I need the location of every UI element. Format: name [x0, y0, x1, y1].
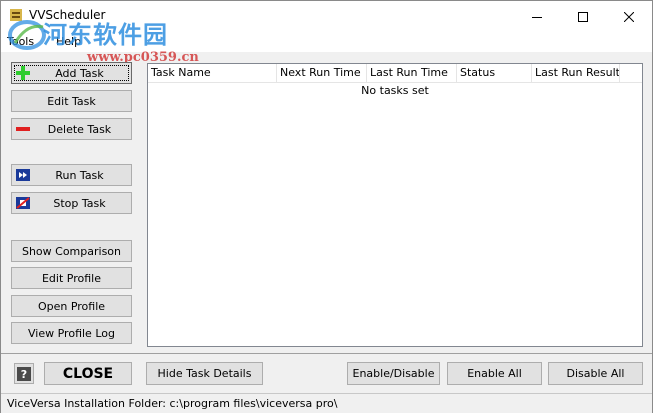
status-bar: ViceVersa Installation Folder: c:\progra…	[1, 393, 652, 413]
add-task-button[interactable]: Add Task	[11, 62, 132, 84]
close-window-button[interactable]	[606, 1, 652, 32]
view-profile-log-button[interactable]: View Profile Log	[11, 322, 132, 344]
enable-disable-button[interactable]: Enable/Disable	[347, 362, 440, 385]
close-icon	[624, 11, 634, 22]
open-profile-button[interactable]: Open Profile	[11, 295, 132, 317]
minus-icon	[16, 122, 30, 136]
show-comparison-label: Show Comparison	[21, 244, 122, 258]
stop-icon	[16, 196, 30, 210]
edit-profile-button[interactable]: Edit Profile	[11, 267, 132, 289]
minimize-icon	[532, 16, 542, 18]
edit-profile-label: Edit Profile	[41, 271, 101, 285]
close-button-label: CLOSE	[62, 365, 114, 382]
column-last-run-time[interactable]: Last Run Time	[367, 64, 457, 82]
enable-disable-label: Enable/Disable	[352, 367, 435, 380]
edit-task-button[interactable]: Edit Task	[11, 90, 132, 112]
delete-task-button[interactable]: Delete Task	[11, 118, 132, 140]
menu-bar: Tools Help	[1, 32, 652, 52]
app-window: VVScheduler Tools Help 河东软件园 www.pc0359.…	[0, 0, 653, 413]
column-task-name[interactable]: Task Name	[148, 64, 277, 82]
hide-task-details-button[interactable]: Hide Task Details	[146, 362, 263, 385]
enable-all-button[interactable]: Enable All	[447, 362, 542, 385]
task-list[interactable]: Task Name Next Run Time Last Run Time St…	[147, 63, 643, 347]
maximize-button[interactable]	[560, 1, 606, 32]
add-task-label: Add Task	[55, 66, 104, 80]
menu-help[interactable]: Help	[56, 35, 81, 48]
run-task-button[interactable]: Run Task	[11, 164, 132, 186]
stop-task-label: Stop Task	[53, 196, 106, 210]
disable-all-label: Disable All	[566, 367, 625, 380]
task-list-header: Task Name Next Run Time Last Run Time St…	[148, 64, 642, 83]
open-profile-label: Open Profile	[37, 299, 106, 313]
column-last-run-result[interactable]: Last Run Result	[532, 64, 620, 82]
edit-task-label: Edit Task	[47, 94, 96, 108]
close-button[interactable]: CLOSE	[44, 362, 132, 385]
svg-text:?: ?	[21, 368, 27, 381]
column-next-run-time[interactable]: Next Run Time	[277, 64, 367, 82]
maximize-icon	[578, 11, 588, 22]
enable-all-label: Enable All	[467, 367, 522, 380]
help-button[interactable]: ?	[14, 363, 34, 384]
window-title: VVScheduler	[29, 8, 106, 22]
question-icon: ?	[17, 366, 31, 381]
column-status[interactable]: Status	[457, 64, 532, 82]
stop-task-button[interactable]: Stop Task	[11, 192, 132, 214]
empty-list-message: No tasks set	[361, 84, 429, 97]
view-profile-log-label: View Profile Log	[28, 326, 115, 340]
fast-forward-icon	[16, 168, 30, 182]
title-bar[interactable]: VVScheduler	[1, 1, 652, 32]
minimize-button[interactable]	[514, 1, 560, 32]
delete-task-label: Delete Task	[47, 122, 112, 136]
show-comparison-button[interactable]: Show Comparison	[11, 240, 132, 262]
run-task-label: Run Task	[55, 168, 104, 182]
disable-all-button[interactable]: Disable All	[548, 362, 643, 385]
app-icon	[10, 9, 22, 21]
menu-tools[interactable]: Tools	[7, 35, 34, 48]
plus-icon	[16, 66, 30, 80]
installation-folder-text: ViceVersa Installation Folder: c:\progra…	[7, 397, 338, 410]
hide-task-details-label: Hide Task Details	[157, 367, 252, 380]
bottom-divider	[1, 353, 652, 354]
